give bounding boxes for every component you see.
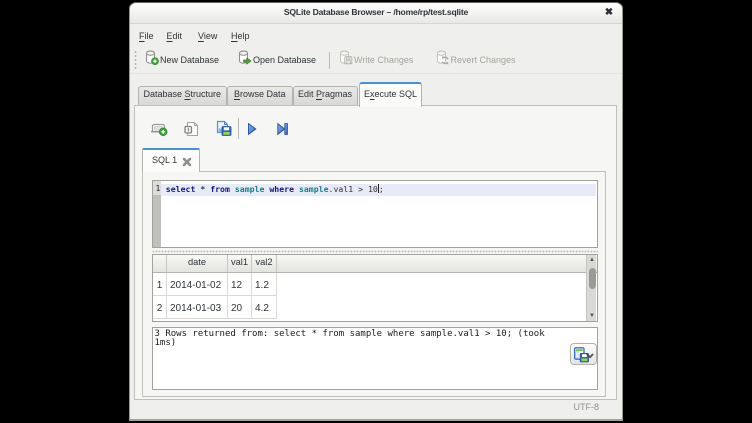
scroll-down-icon[interactable]: ▼	[588, 313, 596, 319]
header-corner	[153, 255, 167, 272]
header-val2[interactable]: val2	[252, 255, 277, 272]
execute-sql-icon[interactable]	[244, 121, 260, 142]
message-line-1: 3 Rows returned from: select * from samp…	[155, 329, 545, 339]
open-database-icon	[236, 49, 253, 71]
menu-help[interactable]: Help	[231, 31, 250, 41]
execute-line-icon[interactable]	[275, 121, 291, 142]
menu-label: ile	[145, 31, 154, 41]
open-database-label: Open Database	[253, 55, 316, 65]
scroll-up-icon[interactable]: ▲	[588, 257, 596, 263]
new-database-label: New Database	[160, 55, 219, 65]
close-window-icon[interactable]: ✖	[601, 5, 617, 21]
chevron-down-icon	[586, 353, 594, 359]
tab-database-structure[interactable]: Database Structure	[138, 86, 228, 105]
results-table-header: date val1 val2	[153, 255, 597, 273]
sql-toolbar-separator	[238, 118, 239, 139]
window-title: SQLite Database Browser – /home/rp/test.…	[130, 7, 622, 17]
open-sql-file-icon[interactable]	[183, 120, 201, 143]
sql-token: .val1 > 10	[329, 184, 378, 194]
tab-edit-pragmas[interactable]: Edit Pragmas	[293, 86, 358, 105]
message-box: 3 Rows returned from: select * from samp…	[152, 327, 598, 390]
tab-label: ragmas	[322, 89, 352, 99]
editor-line-number: 1	[156, 184, 161, 193]
tab-label: tructure	[191, 89, 222, 99]
write-changes-button[interactable]: Write Changes	[337, 51, 413, 69]
tab-browse-data[interactable]: Browse Data	[227, 86, 293, 105]
menu-edit[interactable]: Edit	[167, 31, 183, 41]
sql-token: select	[166, 184, 196, 194]
new-database-button[interactable]: New Database	[143, 51, 219, 69]
sql-token: where	[269, 184, 294, 194]
sql-1-tab-close-icon[interactable]	[182, 157, 192, 167]
sql-editor[interactable]: 1 select * from sample where sample.val1…	[152, 180, 598, 248]
table-row[interactable]: 1 2014-01-02 12 1.2	[153, 273, 597, 296]
revert-changes-button[interactable]: Revert Changes	[434, 51, 516, 69]
write-changes-label: Write Changes	[354, 55, 413, 65]
tab-execute-sql[interactable]: Execute SQL	[359, 82, 422, 107]
sql-token: ;	[379, 184, 384, 194]
table-vertical-scrollbar[interactable]: ▲ ▼	[586, 255, 596, 321]
header-date[interactable]: date	[167, 255, 228, 272]
revert-changes-icon	[434, 49, 451, 71]
toolbar-drag-handle[interactable]	[134, 50, 137, 70]
sql-token: sample	[299, 184, 329, 194]
table-row[interactable]: 2 2014-01-03 20 4.2	[153, 296, 597, 319]
sql-1-pane: 1 select * from sample where sample.val1…	[142, 171, 606, 397]
main-toolbar: New Database Open Database Write Changes	[130, 47, 622, 74]
menu-file[interactable]: File	[139, 31, 154, 41]
sql-token: from	[210, 184, 230, 194]
sql-token: sample	[235, 184, 265, 194]
tab-label: rowse Data	[240, 89, 286, 99]
sql-code-line[interactable]: select * from sample where sample.val1 >…	[166, 184, 384, 194]
results-table[interactable]: date val1 val2 1 2014-01-02 12 1.2 2 201…	[152, 254, 598, 322]
titlebar: SQLite Database Browser – /home/rp/test.…	[130, 3, 622, 24]
open-tab-icon[interactable]	[150, 120, 168, 142]
revert-changes-label: Revert Changes	[451, 55, 516, 65]
statusbar-encoding: UTF-8	[574, 402, 600, 412]
sql-1-tab-label: SQL 1	[152, 155, 177, 165]
app-window: SQLite Database Browser – /home/rp/test.…	[129, 2, 623, 421]
menubar: File Edit View Help	[130, 25, 622, 47]
menu-label: iew	[204, 31, 218, 41]
toolbar-separator	[329, 52, 330, 69]
scrollbar-thumb[interactable]	[589, 268, 596, 289]
message-line-2: 1ms)	[155, 338, 177, 348]
menu-label: elp	[238, 31, 250, 41]
tab-label: Edit	[298, 89, 316, 99]
tab-label: ecute SQL	[374, 89, 417, 99]
tab-label: Database	[143, 89, 184, 99]
save-sql-file-icon[interactable]	[214, 119, 233, 143]
export-csv-button[interactable]	[570, 343, 597, 365]
write-changes-icon	[337, 49, 354, 71]
new-database-icon	[143, 49, 160, 71]
header-val1[interactable]: val1	[228, 255, 252, 272]
menu-label: dit	[173, 31, 183, 41]
result-message: 3 Rows returned from: select * from samp…	[155, 330, 545, 349]
open-database-button[interactable]: Open Database	[236, 51, 316, 69]
menu-view[interactable]: View	[198, 31, 217, 41]
sql-1-tab[interactable]: SQL 1	[142, 148, 200, 172]
